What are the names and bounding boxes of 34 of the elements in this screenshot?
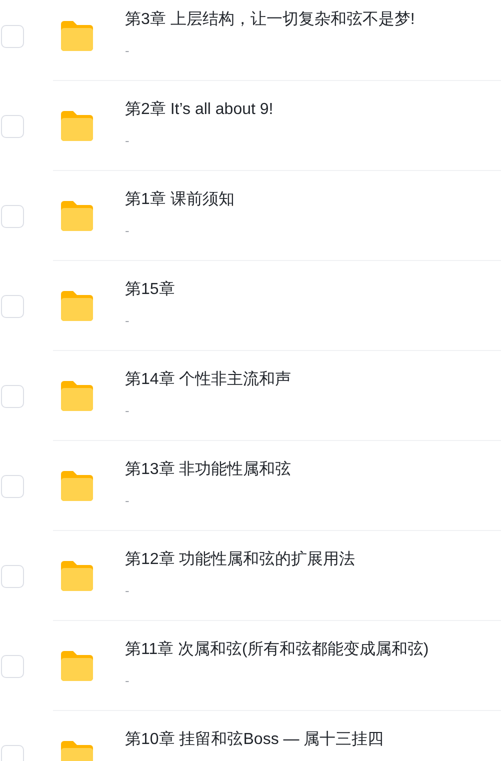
checkbox[interactable]: [1, 294, 24, 318]
checkbox[interactable]: [1, 654, 24, 678]
folder-title[interactable]: 第12章 功能性属和弦的扩展用法: [125, 550, 356, 570]
folder-subtitle: -: [125, 222, 130, 240]
folder-icon: [59, 290, 95, 322]
folder-title[interactable]: 第11章 次属和弦(所有和弦都能变成属和弦): [125, 640, 429, 660]
folder-subtitle: -: [125, 402, 130, 420]
checkbox[interactable]: [1, 204, 24, 228]
folder-icon: [59, 200, 95, 232]
checkbox[interactable]: [1, 744, 24, 761]
folder-icon: [59, 20, 95, 52]
folder-icon: [59, 110, 95, 142]
folder-subtitle: -: [125, 312, 130, 330]
folder-title[interactable]: 第1章 课前须知: [125, 190, 234, 210]
folder-title[interactable]: 第10章 挂留和弦Boss — 属十三挂四: [125, 730, 384, 750]
folder-title[interactable]: 第15章: [125, 280, 175, 300]
folder-icon: [59, 470, 95, 502]
folder-subtitle: -: [125, 582, 130, 600]
folder-title[interactable]: 第3章 上层结构，让一切复杂和弦不是梦!: [125, 10, 415, 30]
folder-subtitle: -: [125, 492, 130, 510]
checkbox[interactable]: [1, 24, 24, 48]
folder-icon: [59, 560, 95, 592]
checkbox[interactable]: [1, 114, 24, 138]
folder-subtitle: -: [125, 42, 130, 60]
folder-title[interactable]: 第13章 非功能性属和弦: [125, 460, 292, 480]
folder-icon: [59, 380, 95, 412]
checkbox[interactable]: [1, 474, 24, 498]
folder-subtitle: -: [125, 672, 130, 690]
folder-title[interactable]: 第2章 It’s all about 9!: [125, 100, 274, 120]
checkbox[interactable]: [1, 564, 24, 588]
folder-icon: [59, 650, 95, 682]
checkbox[interactable]: [1, 384, 24, 408]
folder-title[interactable]: 第14章 个性非主流和声: [125, 370, 292, 390]
folder-subtitle: -: [125, 132, 130, 150]
